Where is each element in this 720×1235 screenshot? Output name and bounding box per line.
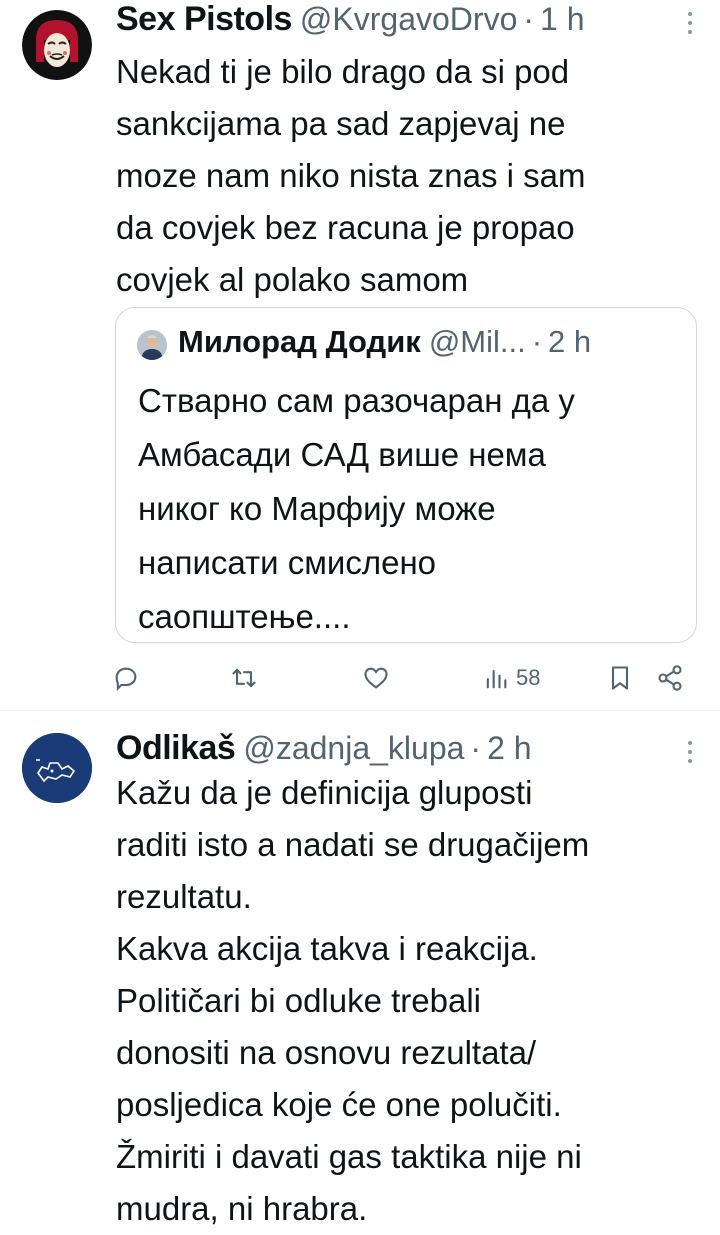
tweet-header: Sex Pistols @KvrgavoDrvo · 1 h [116,0,700,44]
quoted-timestamp: 2 h [548,324,592,359]
quoted-display-name: Милорад Додик [178,324,421,359]
share-icon [658,665,682,691]
views-icon [486,669,507,689]
avatar[interactable] [22,10,92,80]
views-count: 58 [516,665,541,690]
reply-button[interactable] [112,656,140,700]
action-bar: 58 [112,656,700,700]
tweet[interactable]: Sex Pistols @KvrgavoDrvo · 1 h Nekad ti … [0,0,720,710]
heart-icon [364,667,388,689]
more-options-icon[interactable] [686,12,694,40]
separator-dot: · [470,730,482,766]
quoted-header: Милорад Додик @Mil... · 2 h [178,324,676,360]
display-name[interactable]: Odlikaš [116,729,236,768]
retweet-icon [232,668,256,688]
bookmark-button[interactable] [606,656,634,700]
user-handle[interactable]: @zadnja_klupa [243,730,464,767]
user-handle[interactable]: @KvrgavoDrvo [300,1,517,38]
quoted-avatar [137,330,167,360]
quoted-text: Стварно сам разочаран да у Амбасади САД … [138,382,575,635]
more-options-icon[interactable] [686,741,694,769]
quoted-tweet[interactable]: Милорад Додик @Mil... · 2 h Стварно сам … [115,307,697,643]
like-button[interactable] [362,656,390,700]
avatar[interactable] [22,733,92,803]
quoted-handle: @Mil... [428,324,526,359]
tweet[interactable]: Odlikaš @zadnja_klupa · 2 h Kažu da je d… [0,710,720,1227]
separator-dot: · [523,1,535,37]
tweet-text: Kažu da je definicija gluposti raditi is… [116,774,590,1227]
retweet-button[interactable] [230,656,258,700]
bookmark-icon [611,666,629,690]
display-name[interactable]: Sex Pistols [116,0,292,39]
timestamp[interactable]: 2 h [487,730,531,767]
views-button[interactable]: 58 [482,656,540,700]
reply-icon [115,667,137,692]
tweet-text: Nekad ti je bilo drago da si pod sankcij… [116,53,586,298]
timestamp[interactable]: 1 h [540,1,584,38]
share-button[interactable] [656,656,684,700]
separator-dot: · [531,324,543,359]
